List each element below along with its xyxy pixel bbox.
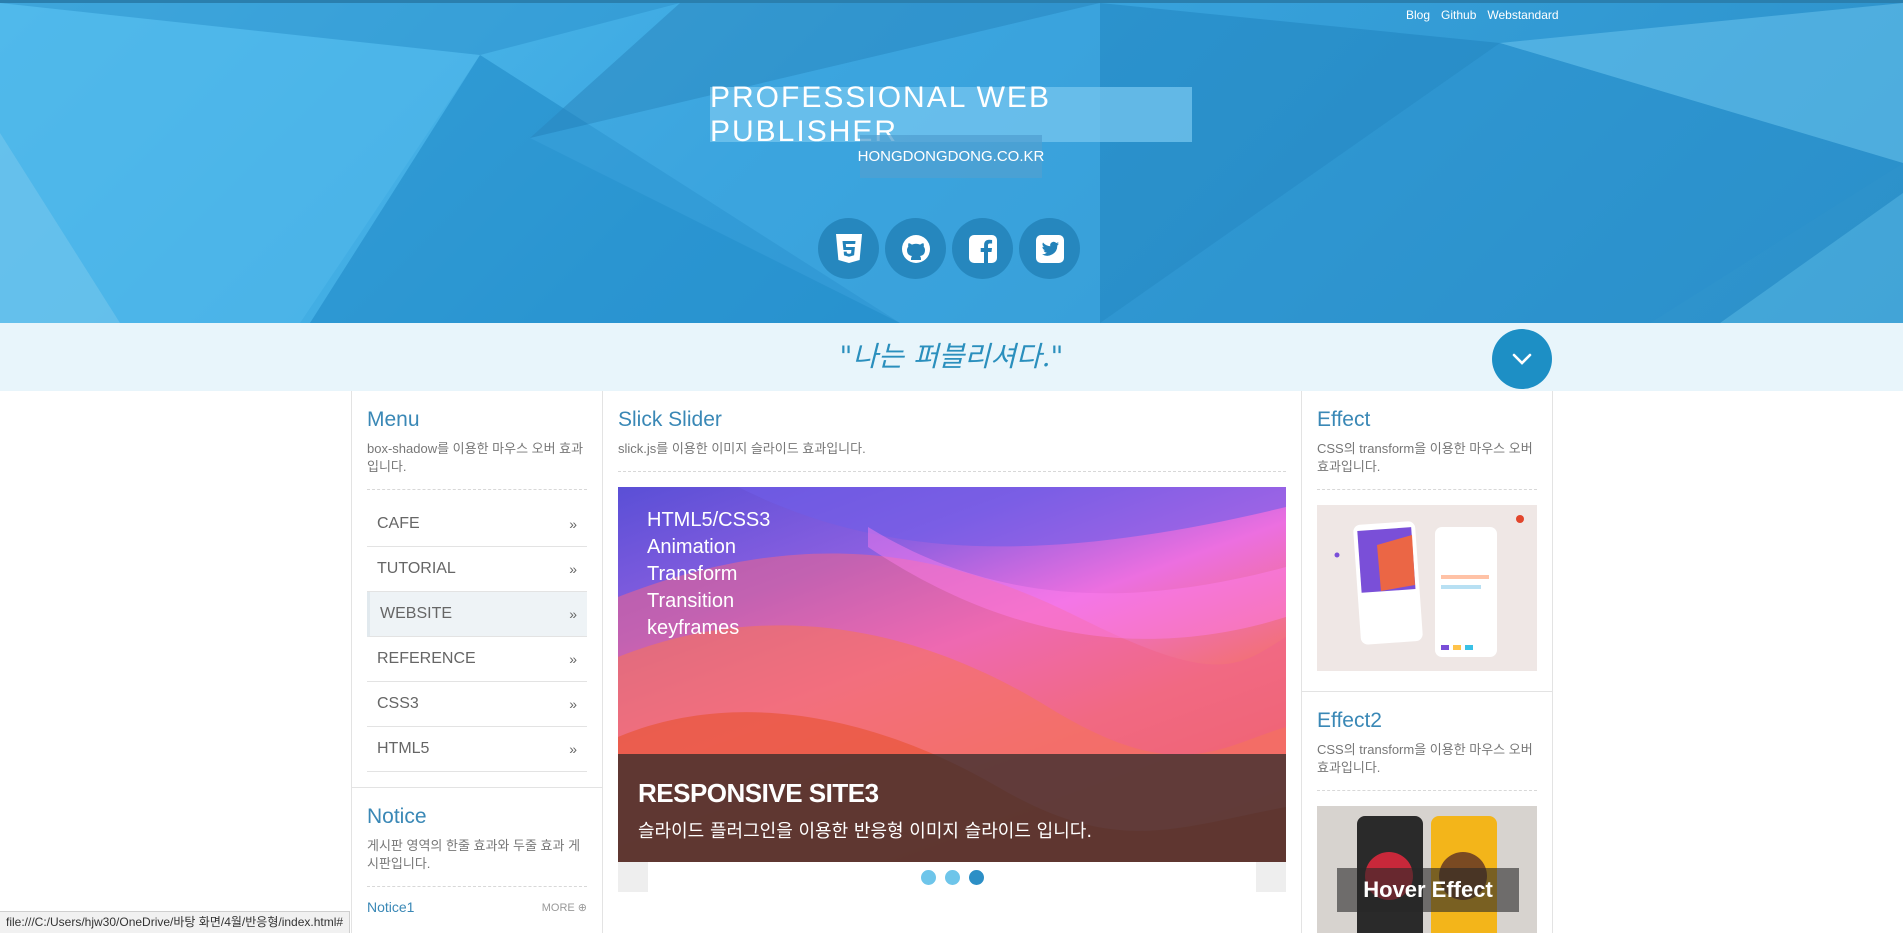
app-mockup-image (1334, 515, 1524, 657)
menu-item-reference[interactable]: REFERENCE» (367, 637, 587, 682)
slider-dot[interactable] (944, 870, 960, 885)
slide-text-line: HTML5/CSS3 (647, 509, 771, 531)
notice-row: Notice1 MORE ⊕ (367, 899, 587, 915)
double-chevron-right-icon: » (569, 651, 577, 667)
slider-dot[interactable] (920, 870, 936, 885)
slide-text-line: keyframes (647, 617, 740, 639)
effect-section: Effect CSS의 transform을 이용한 마우스 오버 효과입니다. (1302, 391, 1552, 671)
notice-title: Notice (367, 805, 427, 828)
nav-link-github[interactable]: Github (1441, 8, 1476, 22)
double-chevron-right-icon: » (569, 741, 577, 757)
slider-dot-active[interactable] (968, 870, 984, 885)
slogan-text: "나는 퍼블리셔다." (839, 340, 1064, 373)
slider-dots (618, 870, 1286, 885)
slide-caption: RESPONSIVE SITE3 슬라이드 플러그인을 이용한 반응형 이미지 … (618, 754, 1286, 862)
nav-link-webstandard[interactable]: Webstandard (1487, 8, 1558, 22)
notice-item[interactable]: Notice1 (367, 899, 414, 915)
more-link[interactable]: MORE ⊕ (542, 901, 587, 914)
site-header: Blog Github Webstandard PROFESSIONAL WEB… (0, 0, 1903, 323)
browser-status-bar: file:///C:/Users/hjw30/OneDrive/바탕 화면/4월… (0, 911, 351, 933)
slide-text-line: Animation (647, 536, 736, 558)
image-slider[interactable]: HTML5/CSS3 Animation Transform Transitio… (618, 487, 1286, 862)
menu-item-cafe[interactable]: CAFE» (367, 502, 587, 547)
effect2-title: Effect2 (1317, 709, 1382, 732)
chevron-down-icon (1512, 353, 1532, 365)
slider-title: Slick Slider (618, 408, 722, 431)
effect2-section: Effect2 CSS의 transform을 이용한 마우스 오버 효과입니다… (1302, 691, 1552, 933)
effect-title: Effect (1317, 408, 1371, 431)
notice-desc: 게시판 영역의 한줄 효과와 두줄 효과 게시판입니다. (367, 837, 587, 887)
notice-section: Notice 게시판 영역의 한줄 효과와 두줄 효과 게시판입니다. Noti… (352, 787, 602, 915)
twitter-icon[interactable] (1019, 218, 1080, 279)
site-title: PROFESSIONAL WEB PUBLISHER (710, 81, 1192, 148)
plus-circle-icon: ⊕ (577, 901, 587, 914)
menu-item-website[interactable]: WEBSITE» (367, 592, 587, 637)
effect-thumbnail[interactable] (1317, 505, 1537, 671)
scroll-down-button[interactable] (1492, 329, 1552, 389)
menu-desc: box-shadow를 이용한 마우스 오버 효과입니다. (367, 440, 587, 490)
slide-text-line: Transform (647, 563, 738, 585)
menu-list: CAFE» TUTORIAL» WEBSITE» REFERENCE» CSS3… (367, 502, 587, 772)
slide-text-line: Transition (647, 590, 735, 612)
menu-title: Menu (367, 408, 420, 431)
slide-text-list: HTML5/CSS3 Animation Transform Transitio… (647, 507, 770, 642)
left-column: Menu box-shadow를 이용한 마우스 오버 효과입니다. CAFE»… (351, 391, 603, 933)
double-chevron-right-icon: » (569, 516, 577, 532)
effect-desc: CSS의 transform을 이용한 마우스 오버 효과입니다. (1317, 440, 1537, 490)
right-column: Effect CSS의 transform을 이용한 마우스 오버 효과입니다.… (1301, 391, 1553, 933)
menu-item-css3[interactable]: CSS3» (367, 682, 587, 727)
menu-item-html5[interactable]: HTML5» (367, 727, 587, 772)
slider-section: Slick Slider slick.js를 이용한 이미지 슬라이드 효과입니… (603, 391, 1301, 892)
slider-controls (618, 862, 1286, 892)
double-chevron-right-icon: » (569, 696, 577, 712)
slider-desc: slick.js를 이용한 이미지 슬라이드 효과입니다. (618, 440, 1286, 472)
middle-column: Slick Slider slick.js를 이용한 이미지 슬라이드 효과입니… (602, 391, 1302, 933)
effect2-desc: CSS의 transform을 이용한 마우스 오버 효과입니다. (1317, 741, 1537, 791)
double-chevron-right-icon: » (569, 606, 577, 622)
slogan-bar: "나는 퍼블리셔다." (0, 323, 1903, 391)
github-icon[interactable] (885, 218, 946, 279)
top-nav: Blog Github Webstandard (1406, 8, 1559, 22)
facebook-icon[interactable] (952, 218, 1013, 279)
slide-caption-text: 슬라이드 플러그인을 이용한 반응형 이미지 슬라이드 입니다. (638, 821, 1093, 842)
nav-link-blog[interactable]: Blog (1406, 8, 1430, 22)
double-chevron-right-icon: » (569, 561, 577, 577)
slide-caption-title: RESPONSIVE SITE3 (638, 778, 879, 808)
menu-item-tutorial[interactable]: TUTORIAL» (367, 547, 587, 592)
site-domain[interactable]: HONGDONGDONG.CO.KR (858, 135, 1044, 178)
html5-icon[interactable] (818, 218, 879, 279)
effect2-thumbnail[interactable]: Hover Effect (1317, 806, 1537, 933)
menu-section: Menu box-shadow를 이용한 마우스 오버 효과입니다. CAFE»… (352, 391, 602, 772)
hover-effect-label: Hover Effect (1337, 868, 1519, 912)
social-links (818, 218, 1080, 279)
